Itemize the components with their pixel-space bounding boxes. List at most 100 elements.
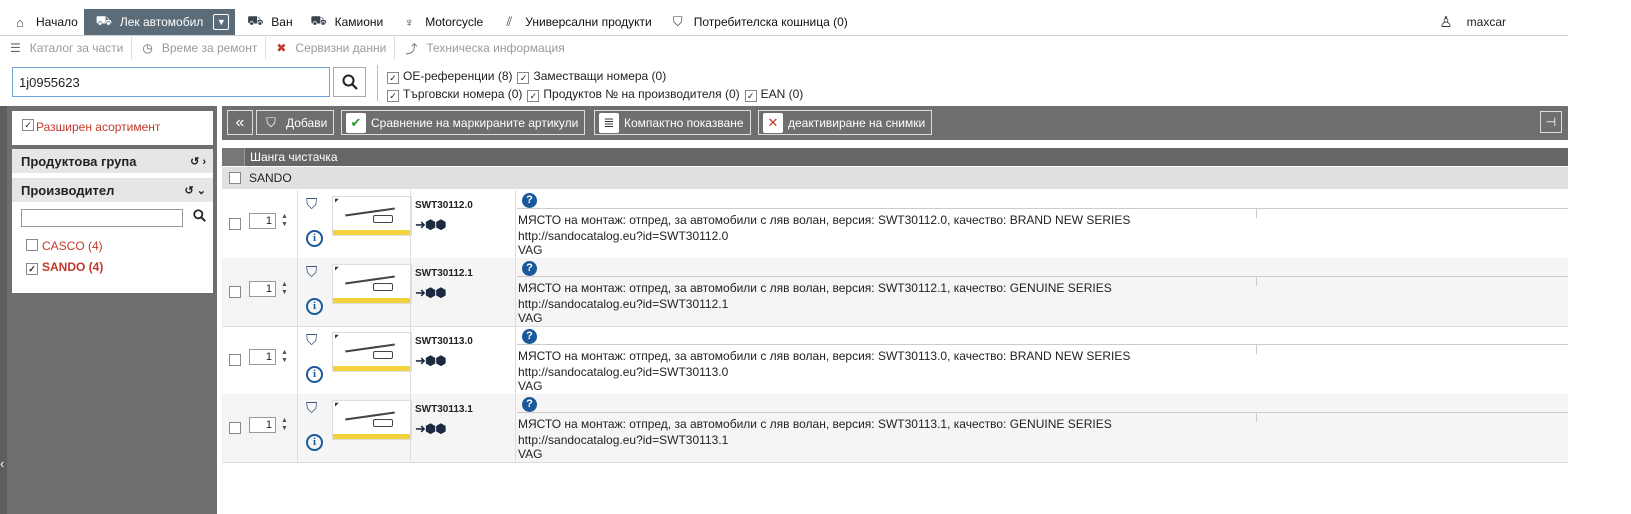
manufacturer-row: SANDO	[222, 167, 1568, 189]
add-button[interactable]: ⛉ Добави	[256, 110, 335, 135]
subnav-service-data[interactable]: ✖ Сервизни данни	[266, 37, 396, 59]
filter-replacement[interactable]: ✓ Заместващи номера (0)	[517, 67, 666, 85]
select-all-checkbox[interactable]	[229, 172, 241, 184]
quantity-input[interactable]: 1	[249, 349, 276, 365]
help-icon[interactable]: ?	[522, 397, 537, 412]
chevron-left-icon[interactable]: ‹	[0, 456, 4, 471]
nav-home[interactable]: ⌂ Начало	[0, 9, 84, 35]
quantity-stepper[interactable]: ▲ ▼	[278, 213, 291, 229]
article-image[interactable]: ◤	[332, 400, 412, 440]
article-number[interactable]: SWT30112.1	[415, 268, 473, 279]
article-checkbox[interactable]	[229, 422, 241, 434]
search-input[interactable]: 1j0955623	[12, 67, 330, 97]
nav-car[interactable]: ⛟ Лек автомобил ▼	[83, 9, 236, 35]
article-number[interactable]: SWT30113.0	[415, 336, 473, 347]
chevron-down-icon[interactable]: ▼	[213, 14, 230, 30]
checkbox[interactable]: ✓	[517, 72, 530, 84]
info-icon[interactable]: i	[306, 230, 323, 247]
search-button[interactable]	[333, 67, 366, 97]
article-checkbox[interactable]	[229, 286, 241, 298]
info-icon[interactable]: i	[306, 298, 323, 315]
info-icon[interactable]: i	[306, 434, 323, 451]
quantity-input[interactable]: 1	[249, 213, 276, 229]
checkbox[interactable]: ✓	[26, 263, 38, 275]
reset-collapse-icon[interactable]: ↺ ⌄	[185, 184, 207, 197]
manufacturer-filter-input[interactable]	[21, 209, 183, 227]
nav-label: Универсални продукти	[525, 15, 652, 29]
add-to-cart-icon[interactable]: ⛉	[306, 400, 317, 417]
info-icon[interactable]: i	[306, 366, 323, 383]
link-icons[interactable]: ➜⬢⬢	[415, 353, 447, 369]
results-toolbar: « ⛉ Добави ✔ Сравнение на маркираните арти…	[222, 106, 1568, 140]
group-header: Шанга чистачка	[222, 148, 1568, 166]
product-group-header[interactable]: Продуктова група ↺ ›	[12, 149, 213, 174]
checkbox[interactable]: ✓	[387, 72, 399, 84]
nav-cart[interactable]: ⛉ Потребителска кошница (0)	[658, 9, 854, 35]
quantity-input[interactable]: 1	[249, 417, 276, 433]
filter-oe[interactable]: ✓ ОЕ-референции (8)	[387, 67, 512, 85]
article-number[interactable]: SWT30113.1	[415, 404, 473, 415]
add-to-cart-icon[interactable]: ⛉	[306, 264, 317, 281]
help-icon[interactable]: ?	[522, 261, 537, 276]
subnav-tech-info[interactable]: ⤴ Техническа информация	[395, 37, 572, 59]
manufacturer-sando[interactable]: ✓ SANDO (4)	[26, 260, 103, 275]
link-icons[interactable]: ➜⬢⬢	[415, 217, 447, 233]
reset-expand-icon[interactable]: ↺ ›	[190, 155, 206, 168]
quantity-stepper[interactable]: ▲ ▼	[278, 417, 291, 433]
pin-icon[interactable]: ⊣	[1540, 111, 1562, 133]
nav-trucks[interactable]: ⛟ Камиони	[299, 9, 390, 35]
article-checkbox[interactable]	[229, 354, 241, 366]
help-icon[interactable]: ?	[522, 193, 537, 208]
divider	[410, 258, 411, 326]
manufacturer-title: Производител	[21, 182, 115, 198]
manufacturer-label: SANDO (4)	[42, 260, 104, 274]
compact-view-button[interactable]: ≣ Компактно показване	[594, 110, 751, 135]
divider	[1256, 276, 1257, 286]
article-number[interactable]: SWT30112.0	[415, 200, 473, 211]
catalog-icon: ☰	[10, 41, 21, 55]
quantity-input[interactable]: 1	[249, 281, 276, 297]
manufacturer-casco[interactable]: CASCO (4)	[26, 239, 103, 253]
article-checkbox[interactable]	[229, 218, 241, 230]
subnav-repair-time[interactable]: ◷ Време за ремонт	[132, 37, 267, 59]
quantity-stepper[interactable]: ▲ ▼	[278, 349, 291, 365]
article-image[interactable]: ◤	[332, 332, 412, 372]
user-menu[interactable]: ♙ maxcar	[1439, 9, 1506, 35]
link-icons[interactable]: ➜⬢⬢	[415, 421, 447, 437]
article-brand: VAG	[518, 311, 543, 325]
manufacturer-header[interactable]: Производител ↺ ⌄	[12, 178, 213, 203]
article-description: МЯСТО на монтаж: отпред, за автомобили с…	[518, 213, 1131, 227]
link-icons[interactable]: ➜⬢⬢	[415, 285, 447, 301]
wiper-drawing	[373, 351, 393, 359]
nav-motorcycle[interactable]: ♆ Motorcycle	[389, 9, 489, 35]
checkbox[interactable]: ✓	[387, 90, 399, 102]
disable-images-button[interactable]: ✕ деактивиране на снимки	[758, 110, 933, 135]
article-url: http://sandocatalog.eu?id=SWT30113.1	[518, 433, 729, 447]
compare-label: Сравнение на маркираните артикули	[371, 115, 579, 130]
sidebar-toggle-strip[interactable]	[0, 106, 7, 514]
subnav-catalog[interactable]: ☰ Каталог за части	[0, 37, 133, 59]
nav-label: Потребителска кошница (0)	[693, 15, 848, 29]
checkbox[interactable]: ✓	[527, 90, 540, 102]
add-to-cart-icon[interactable]: ⛉	[306, 332, 317, 349]
article-image[interactable]: ◤	[332, 196, 412, 236]
article-brand: VAG	[518, 243, 543, 257]
compare-icon: ✔	[346, 112, 366, 133]
compare-button[interactable]: ✔ Сравнение на маркираните артикули	[341, 110, 586, 135]
nav-universal[interactable]: ⫽ Универсални продукти	[489, 9, 658, 35]
checkbox[interactable]: ✓	[744, 90, 757, 102]
wiper-drawing	[373, 419, 393, 427]
filter-producer[interactable]: ✓ Продуктов № на производителя (0)	[527, 85, 740, 103]
filter-ean[interactable]: ✓ EAN (0)	[744, 85, 803, 103]
nav-van[interactable]: ⛟ Ван	[235, 9, 298, 35]
collapse-sidebar-button[interactable]: «	[227, 110, 253, 135]
search-icon[interactable]	[193, 209, 206, 225]
car-icon: ⛟	[95, 13, 112, 28]
add-to-cart-icon[interactable]: ⛉	[306, 196, 317, 213]
checkbox[interactable]	[26, 239, 38, 251]
help-icon[interactable]: ?	[522, 329, 537, 344]
extended-range-checkbox[interactable]: ✓	[22, 119, 34, 131]
article-image[interactable]: ◤	[332, 264, 412, 304]
filter-trade[interactable]: ✓ Търговски номера (0)	[387, 85, 522, 103]
quantity-stepper[interactable]: ▲ ▼	[278, 281, 291, 297]
